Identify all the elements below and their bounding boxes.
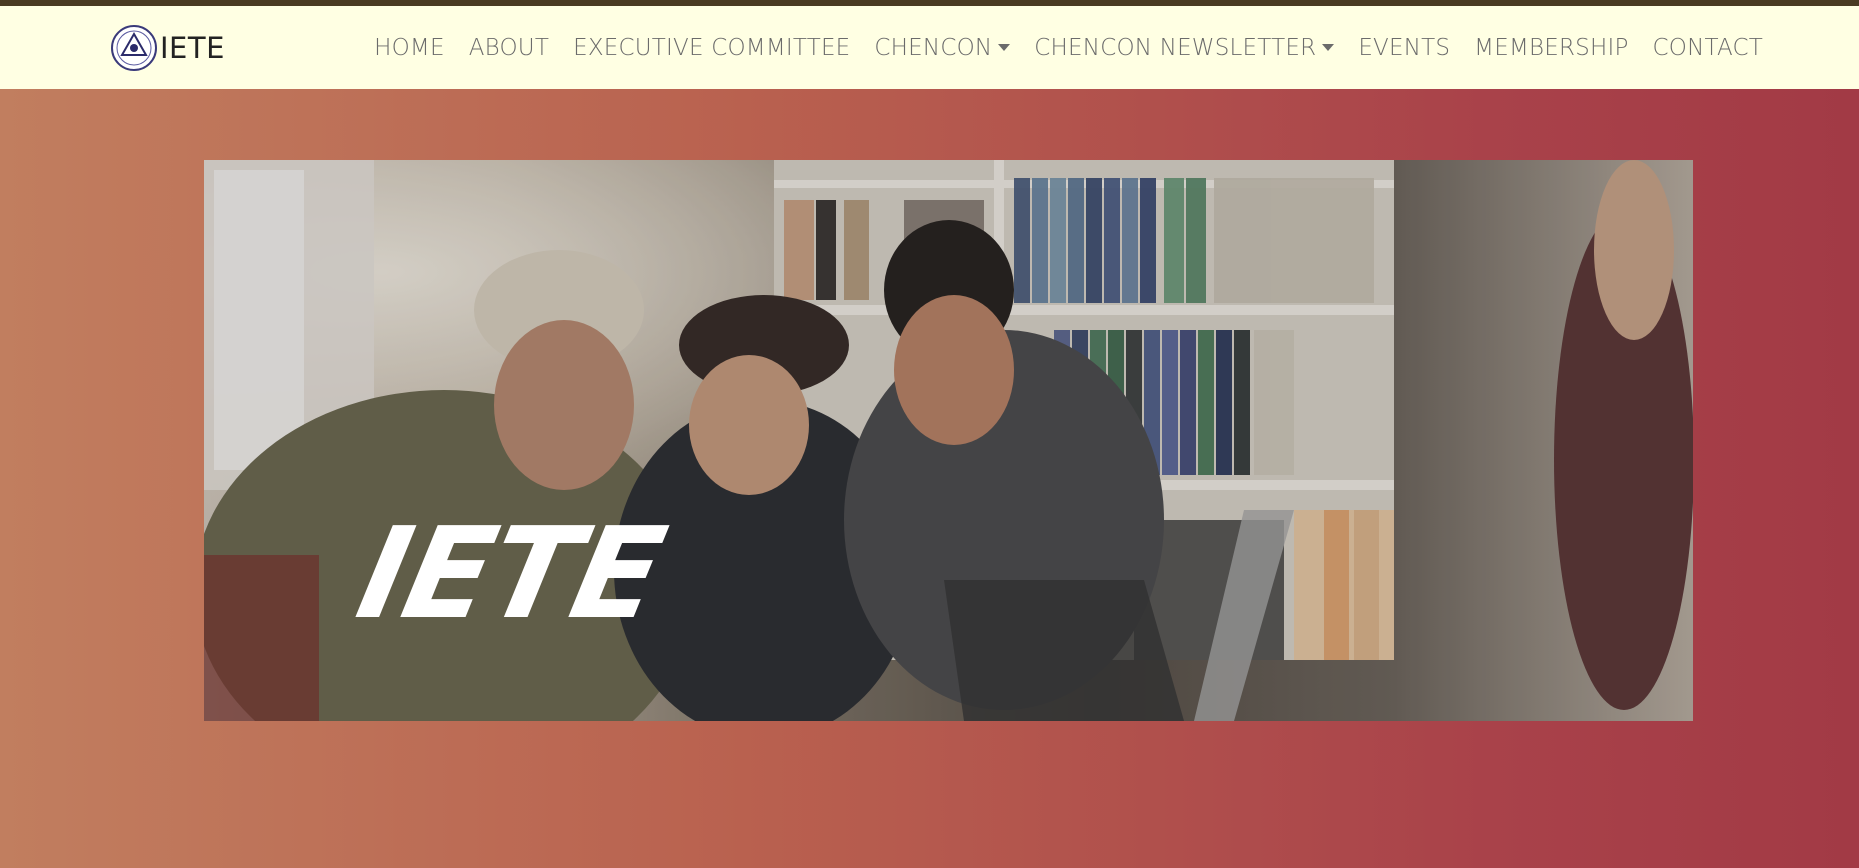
hero-title: IETE — [346, 500, 675, 647]
main-nav: HOME ABOUT EXECUTIVE COMMITTEE CHENCON C… — [362, 6, 1775, 89]
nav-label: CONTACT — [1652, 34, 1763, 61]
nav-label: HOME — [374, 34, 445, 61]
nav-contact[interactable]: CONTACT — [1641, 35, 1775, 61]
brand[interactable]: IETE — [110, 24, 225, 72]
nav-label: ABOUT — [468, 34, 550, 61]
nav-executive-committee[interactable]: EXECUTIVE COMMITTEE — [561, 35, 862, 61]
nav-chencon-newsletter-dropdown[interactable]: CHENCON NEWSLETTER — [1022, 35, 1346, 61]
nav-events[interactable]: EVENTS — [1346, 35, 1462, 61]
nav-label: MEMBERSHIP — [1474, 34, 1629, 61]
nav-label: CHENCON — [874, 34, 993, 61]
hero-banner: IETE — [204, 160, 1693, 721]
caret-down-icon — [998, 44, 1011, 51]
nav-label: EXECUTIVE COMMITTEE — [573, 34, 851, 61]
nav-about[interactable]: ABOUT — [457, 35, 561, 61]
nav-chencon-dropdown[interactable]: CHENCON — [862, 35, 1022, 61]
nav-label: CHENCON NEWSLETTER — [1034, 34, 1317, 61]
navbar: IETE HOME ABOUT EXECUTIVE COMMITTEE CHEN… — [0, 6, 1859, 89]
brand-name: IETE — [160, 31, 225, 65]
nav-home[interactable]: HOME — [362, 35, 457, 61]
nav-membership[interactable]: MEMBERSHIP — [1462, 35, 1640, 61]
iete-logo-icon — [111, 25, 157, 71]
nav-label: EVENTS — [1358, 34, 1451, 61]
caret-down-icon — [1322, 44, 1335, 51]
